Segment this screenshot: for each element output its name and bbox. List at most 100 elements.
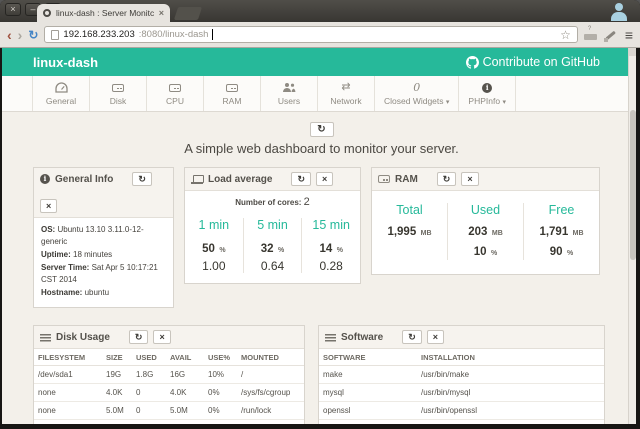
nav-label: RAM [223, 96, 242, 106]
forward-button[interactable]: › [18, 28, 23, 42]
ram-value: 1,995 [387, 226, 416, 238]
users-icon [282, 82, 296, 94]
field-label: Hostname: [41, 288, 82, 297]
cell: /usr/bin/python [417, 420, 604, 425]
load-percent: 50 [202, 243, 215, 255]
page-scrollbar[interactable] [628, 48, 636, 424]
address-bar[interactable]: 192.168.233.203:8080/linux-dash ☆ [44, 26, 577, 43]
nav-item-ram[interactable]: RAM [203, 76, 260, 111]
refresh-button[interactable]: ↻ [402, 330, 422, 344]
widget-header: RAM ↻ × [372, 168, 599, 191]
cell: openssl [319, 402, 417, 420]
field-value: Ubuntu 13.10 3.11.0-12-generic [41, 225, 144, 246]
hostname-field: Hostname: ubuntu [41, 287, 166, 299]
extension-icon[interactable]: ? [584, 28, 597, 42]
site-header: linux-dash Contribute on GitHub [2, 48, 636, 76]
cell: /usr/bin/openssl [417, 402, 604, 420]
back-button[interactable]: ‹ [7, 28, 12, 42]
cell: 4.0K [102, 384, 132, 402]
load-columns: 1 min 50 % 1.00 5 min 32 % 0.64 15 min 1… [185, 210, 360, 283]
load-5min-column: 5 min 32 % 0.64 [243, 218, 302, 273]
percent-unit: % [219, 247, 225, 254]
text-caret [212, 29, 213, 40]
avatar-body [611, 12, 627, 21]
refresh-button[interactable]: ↻ [291, 172, 311, 186]
nav-item-users[interactable]: Users [260, 76, 317, 111]
cell: 0% [204, 420, 237, 425]
browser-tab[interactable]: linux-dash : Server Monitc × [37, 4, 170, 22]
tab-title: linux-dash : Server Monitc [56, 8, 154, 18]
list-icon [325, 333, 336, 342]
column-title: Used [448, 203, 523, 217]
contribute-github-link[interactable]: Contribute on GitHub [466, 55, 600, 69]
column-title: Total [372, 203, 447, 217]
contribute-github-label: Contribute on GitHub [483, 55, 600, 69]
cell: /usr/bin/mysql [417, 384, 604, 402]
load-percent: 32 [261, 243, 274, 255]
software-widget: Software ↻ × SOFTWARE INSTALLATION make/… [318, 325, 605, 424]
cores-label: Number of cores: [235, 198, 301, 207]
nav-item-cpu[interactable]: CPU [146, 76, 203, 111]
nav-item-disk[interactable]: Disk [89, 76, 146, 111]
cell: none [34, 384, 102, 402]
browser-menu-icon[interactable]: ≡ [625, 28, 633, 42]
scrollbar-up-arrow[interactable] [629, 48, 636, 56]
field-label: Server Time: [41, 263, 89, 272]
nav-item-network[interactable]: ⇄ Network [317, 76, 374, 111]
url-host: 192.168.233.203 [63, 29, 134, 40]
column-header: AVAIL [166, 349, 204, 366]
scrollbar-thumb[interactable] [630, 110, 636, 260]
nav-item-closed-widgets[interactable]: 0 Closed Widgets ▾ [374, 76, 458, 111]
brand-title: linux-dash [33, 55, 98, 70]
widget-title: RAM [395, 174, 418, 185]
user-avatar[interactable] [609, 2, 629, 21]
cell: 0 [132, 384, 166, 402]
info-circle-icon [482, 83, 492, 93]
bookmark-star-icon[interactable]: ☆ [560, 28, 571, 42]
field-label: Uptime: [41, 250, 71, 259]
uptime-field: Uptime: 18 minutes [41, 249, 166, 261]
tab-favicon-icon [43, 9, 51, 17]
field-label: OS: [41, 225, 55, 234]
page-icon [51, 30, 59, 40]
table-row: openssl/usr/bin/openssl [319, 402, 604, 420]
nav-label: CPU [166, 96, 184, 106]
close-widget-button[interactable]: × [40, 199, 57, 213]
column-title: Free [524, 203, 599, 217]
close-widget-button[interactable]: × [427, 330, 444, 344]
window-close-button[interactable]: × [5, 3, 21, 16]
refresh-all-button[interactable]: ↻ [310, 122, 334, 137]
tab-close-icon[interactable]: × [159, 8, 164, 18]
refresh-button[interactable]: ↻ [437, 172, 457, 186]
nav-label: Network [330, 96, 361, 106]
cell: mysql [319, 384, 417, 402]
nav-label: Disk [110, 96, 127, 106]
gauge-icon [55, 82, 68, 94]
close-widget-button[interactable]: × [461, 172, 478, 186]
cell: /dev/sda1 [34, 366, 102, 384]
close-widget-button[interactable]: × [153, 330, 170, 344]
load-value: 0.28 [302, 259, 360, 273]
table-header-row: FILESYSTEM SIZE USED AVAIL USE% MOUNTED [34, 349, 304, 366]
refresh-button[interactable]: ↻ [132, 172, 152, 186]
nav-label: General [46, 96, 76, 106]
close-widget-button[interactable]: × [316, 172, 333, 186]
eyedropper-icon[interactable] [603, 28, 617, 42]
new-tab-button[interactable] [174, 7, 202, 20]
nav-item-general[interactable]: General [32, 76, 89, 111]
browser-window: × – ❐ linux-dash : Server Monitc × ‹ › ↻… [0, 0, 640, 429]
cell: 0 [132, 402, 166, 420]
info-circle-icon [40, 174, 50, 184]
network-arrows-icon: ⇄ [341, 82, 350, 94]
reload-button[interactable]: ↻ [28, 28, 38, 42]
nav-item-phpinfo[interactable]: PHPInfo ▾ [458, 76, 516, 111]
dashboard-content: ↻ A simple web dashboard to monitor your… [2, 112, 636, 424]
percent-unit: % [278, 247, 284, 254]
load-1min-column: 1 min 50 % 1.00 [185, 218, 243, 273]
cell: 5.0M [166, 402, 204, 420]
ram-used-column: Used 203 MB 10 % [447, 203, 523, 260]
cell: 1.8G [132, 366, 166, 384]
avatar-head [615, 3, 623, 11]
refresh-button[interactable]: ↻ [129, 330, 149, 344]
cell: 0% [204, 384, 237, 402]
